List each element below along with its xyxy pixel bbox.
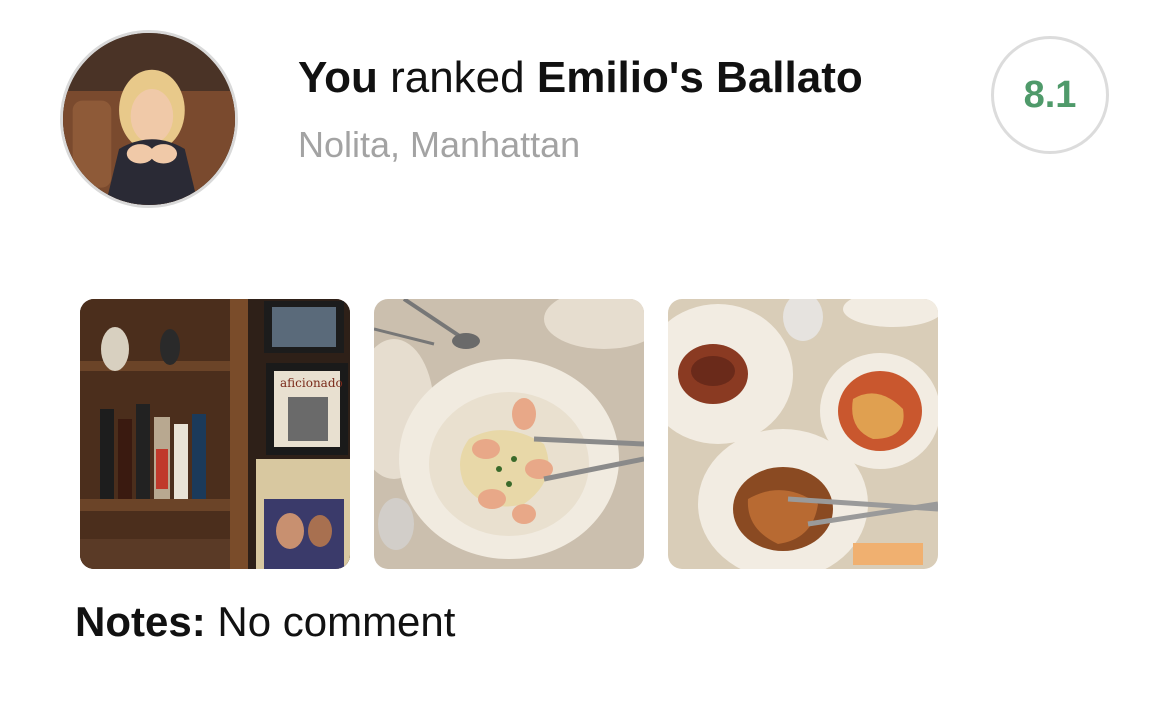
magazine-title-text: aficionado	[280, 376, 343, 390]
notes-text: No comment	[217, 598, 456, 645]
avatar-portrait	[63, 33, 235, 205]
action-verb: ranked	[390, 53, 525, 102]
notes: Notes: No comment	[75, 598, 455, 646]
bar-shelf-photo[interactable]: aficionado	[80, 299, 350, 569]
table-dishes-photo[interactable]	[668, 299, 938, 569]
score-badge[interactable]: 8.1	[991, 36, 1109, 154]
activity-headline: You ranked Emilio's Ballato	[298, 52, 863, 104]
restaurant-location: Nolita, Manhattan	[298, 124, 581, 165]
subject-name[interactable]: You	[298, 53, 378, 102]
notes-label: Notes:	[75, 598, 206, 645]
pasta-dish-photo[interactable]	[374, 299, 644, 569]
user-avatar[interactable]	[60, 30, 238, 208]
restaurant-name[interactable]: Emilio's Ballato	[537, 53, 863, 102]
